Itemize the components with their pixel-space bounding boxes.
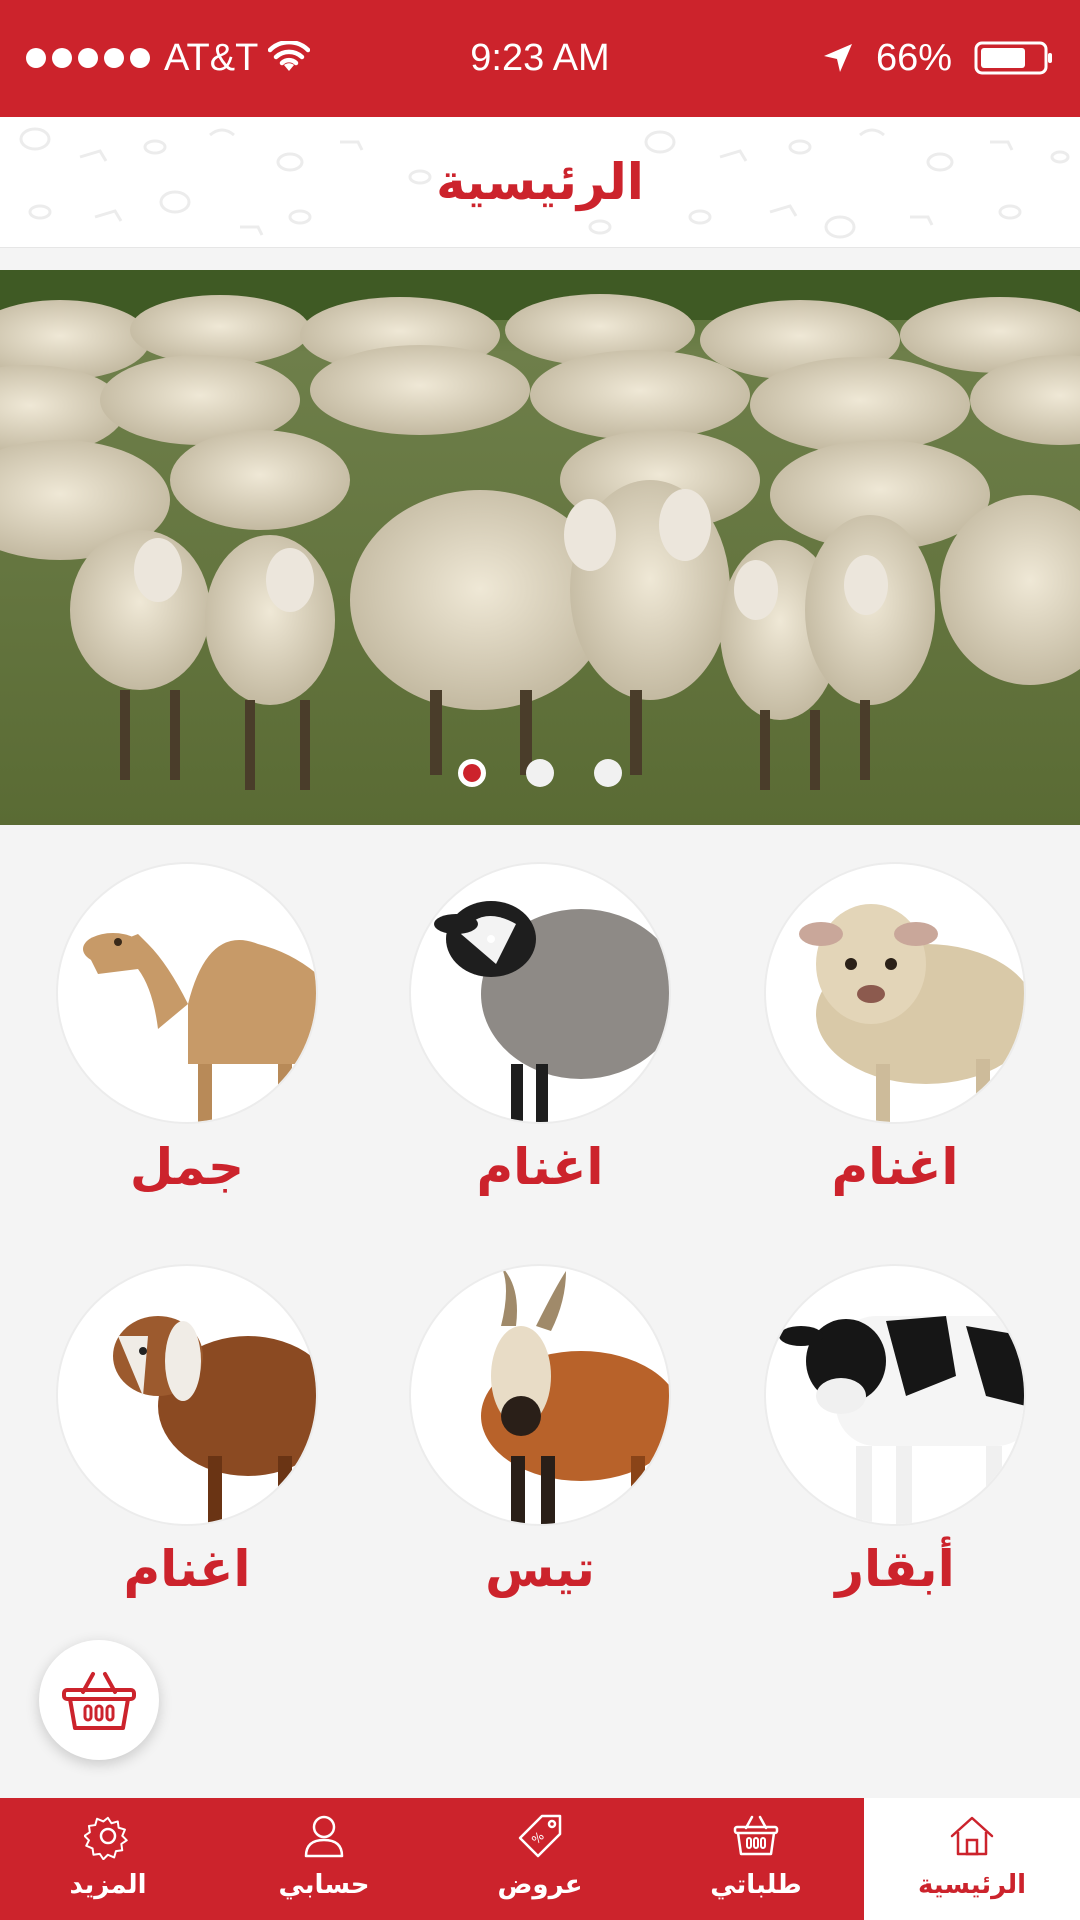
bottom-tab-bar: المزيد حسابي % عروض طلباتي الرئيسية bbox=[0, 1798, 1080, 1920]
black-faced-sheep-image bbox=[409, 862, 671, 1124]
tab-offers-label: عروض bbox=[497, 1870, 583, 1900]
tab-offers[interactable]: % عروض bbox=[432, 1798, 648, 1920]
tab-more[interactable]: المزيد bbox=[0, 1798, 216, 1920]
lamb-image bbox=[764, 862, 1026, 1124]
category-label: اغنام bbox=[831, 1138, 959, 1196]
battery-percent: 66% bbox=[875, 37, 952, 79]
header: الرئيسية bbox=[0, 117, 1080, 248]
home-icon bbox=[950, 1816, 994, 1856]
tab-account-label: حسابي bbox=[278, 1870, 370, 1900]
tab-orders-label: طلباتي bbox=[710, 1870, 802, 1900]
category-label: جمل bbox=[129, 1138, 245, 1196]
carousel-dot-3[interactable] bbox=[594, 759, 622, 787]
status-bar: AT&T 9:23 AM 66% bbox=[0, 0, 1080, 117]
tab-account[interactable]: حسابي bbox=[216, 1798, 432, 1920]
basket-icon bbox=[733, 1815, 779, 1856]
basket-icon bbox=[62, 1672, 136, 1730]
category-lamb[interactable]: اغنام bbox=[760, 862, 1030, 1196]
brown-goat-image bbox=[56, 1264, 318, 1526]
cart-floating-button[interactable] bbox=[39, 1640, 159, 1760]
category-camel[interactable]: جمل bbox=[52, 862, 322, 1196]
category-label: أبقار bbox=[835, 1540, 955, 1598]
tab-orders[interactable]: طلباتي bbox=[648, 1798, 864, 1920]
svg-text:%: % bbox=[529, 1829, 547, 1847]
tab-home-label: الرئيسية bbox=[917, 1870, 1027, 1900]
billy-goat-image bbox=[409, 1264, 671, 1526]
banner-carousel[interactable] bbox=[0, 270, 1080, 825]
camel-image bbox=[56, 862, 318, 1124]
carousel-dot-1[interactable] bbox=[458, 759, 486, 787]
battery-icon bbox=[974, 41, 1052, 75]
tab-more-label: المزيد bbox=[69, 1870, 147, 1900]
sheep-flock-image bbox=[0, 270, 1080, 825]
category-black-faced-sheep[interactable]: اغنام bbox=[405, 862, 675, 1196]
status-right: 66% bbox=[822, 34, 1054, 82]
cow-image bbox=[764, 1264, 1026, 1526]
category-cow[interactable]: أبقار bbox=[760, 1264, 1030, 1598]
category-label: تيس bbox=[485, 1540, 595, 1598]
tag-icon: % bbox=[518, 1814, 562, 1858]
gear-icon bbox=[84, 1816, 128, 1860]
category-brown-goat[interactable]: اغنام bbox=[52, 1264, 322, 1598]
user-icon bbox=[304, 1815, 344, 1858]
carousel-dot-2[interactable] bbox=[526, 759, 554, 787]
tab-home[interactable]: الرئيسية bbox=[864, 1798, 1080, 1920]
page-title: الرئيسية bbox=[436, 153, 644, 211]
category-label: اغنام bbox=[476, 1138, 604, 1196]
location-arrow-icon bbox=[823, 44, 852, 72]
category-billy-goat[interactable]: تيس bbox=[405, 1264, 675, 1598]
category-label: اغنام bbox=[123, 1540, 251, 1598]
carousel-indicators bbox=[0, 759, 1080, 787]
